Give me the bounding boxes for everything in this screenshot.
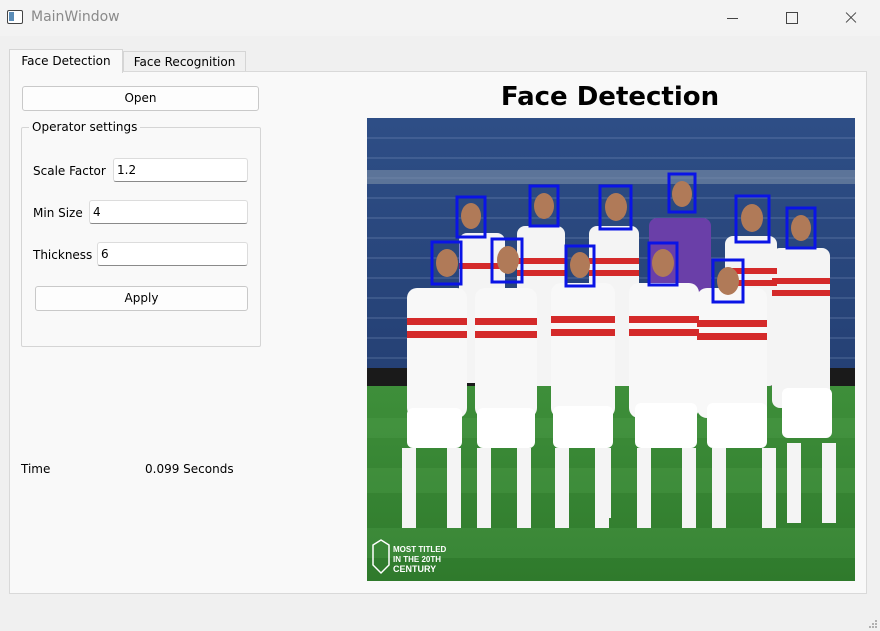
thickness-input[interactable]: 6 <box>97 242 248 266</box>
thickness-label: Thickness <box>33 248 93 262</box>
tab-face-detection[interactable]: Face Detection <box>9 49 123 73</box>
svg-text:CENTURY: CENTURY <box>393 564 436 574</box>
min-size-label: Min Size <box>33 206 83 220</box>
close-icon[interactable] <box>827 0 873 36</box>
tab-face-recognition[interactable]: Face Recognition <box>123 51 246 72</box>
main-window: MainWindow Face Detection Face Recogniti… <box>0 0 880 631</box>
svg-text:IN THE 20TH: IN THE 20TH <box>393 555 441 564</box>
operator-settings-group: Operator settings Scale Factor 1.2 Min S… <box>21 120 261 347</box>
display-title: Face Detection <box>500 82 720 112</box>
title-bar[interactable]: MainWindow <box>0 0 880 36</box>
scale-factor-label: Scale Factor <box>33 164 106 178</box>
time-label: Time <box>21 462 51 476</box>
tab-pane-face-detection: Open Operator settings Scale Factor 1.2 … <box>9 71 867 594</box>
team-photo: MOST TITLED IN THE 20TH CENTURY <box>367 118 855 581</box>
resize-grip-icon[interactable] <box>868 619 877 628</box>
app-window-icon <box>7 10 23 24</box>
maximize-icon[interactable] <box>768 0 814 36</box>
time-value: 0.099 Seconds <box>145 462 234 476</box>
scale-factor-input[interactable]: 1.2 <box>113 158 248 182</box>
window-title: MainWindow <box>31 9 120 25</box>
group-title: Operator settings <box>29 120 141 134</box>
minimize-icon[interactable] <box>709 0 755 36</box>
detection-result-image: MOST TITLED IN THE 20TH CENTURY <box>367 118 855 581</box>
svg-text:MOST TITLED: MOST TITLED <box>393 545 447 554</box>
open-button[interactable]: Open <box>22 86 259 111</box>
apply-button[interactable]: Apply <box>35 286 248 311</box>
min-size-input[interactable]: 4 <box>89 200 248 224</box>
